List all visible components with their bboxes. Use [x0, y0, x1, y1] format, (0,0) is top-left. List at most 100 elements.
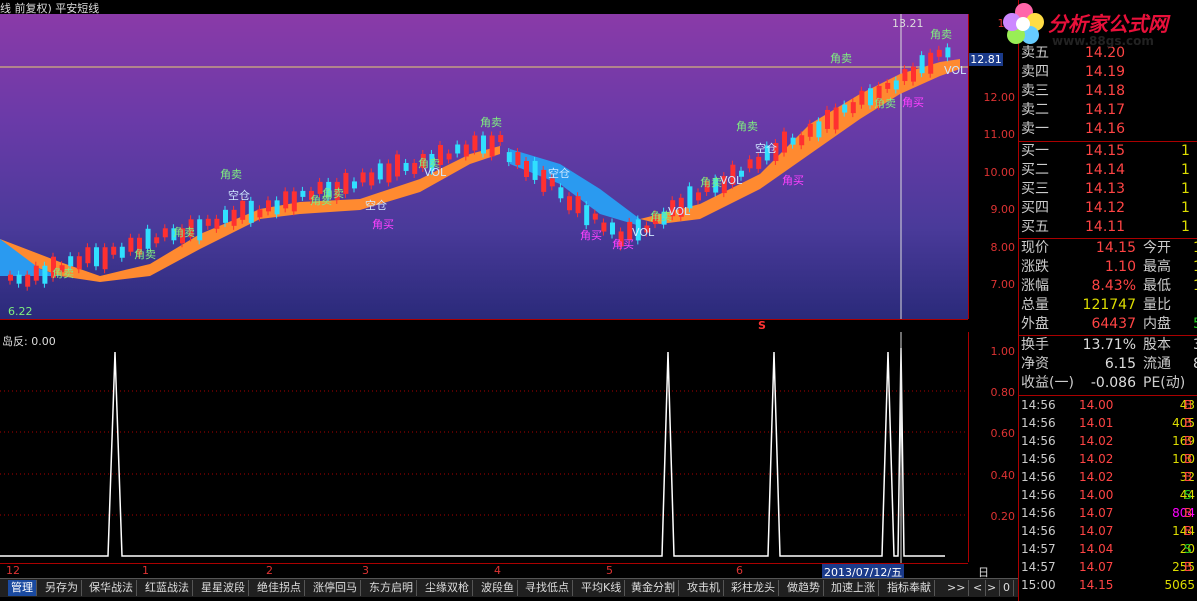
vol-label: VOL — [944, 64, 967, 77]
short-position-label: 空仓 — [548, 167, 570, 180]
tab-formula[interactable]: 星星波段 — [198, 580, 249, 596]
tab-formula[interactable]: 加速上涨 — [828, 580, 879, 596]
quote-label: 最高 — [1143, 259, 1171, 275]
vol-label: VOL — [720, 174, 743, 187]
candle-body — [885, 82, 891, 89]
candle-body — [85, 247, 91, 264]
quote-row: 收益(一) -0.086 PE(动) — [1021, 374, 1197, 393]
tick-time: 14:56 — [1021, 452, 1056, 466]
sell-signal-label: 角卖 — [830, 52, 852, 65]
tick-time: 14:56 — [1021, 506, 1056, 520]
tab-formula[interactable]: 涨停回马 — [310, 580, 361, 596]
price-tick: 9.00 — [990, 203, 1016, 216]
candle-body — [223, 209, 228, 223]
bid-label: 买四 — [1021, 200, 1049, 216]
ask-row[interactable]: 卖三 14.18 — [1021, 82, 1197, 101]
quote-label: 外盘 — [1021, 316, 1049, 332]
quote-value: 3. — [1193, 336, 1197, 355]
bid-volume: 1 — [1181, 200, 1190, 216]
tick-side: B — [1184, 506, 1193, 520]
quote-label: 最低 — [1143, 278, 1171, 294]
indicator-chart[interactable] — [0, 332, 968, 564]
date-label: 6 — [736, 564, 743, 577]
logo-url: www.88gs.com — [1052, 34, 1154, 48]
candle-body — [515, 152, 521, 166]
quote-label: 换手 — [1021, 337, 1049, 353]
candle-body — [782, 131, 787, 153]
ask-row[interactable]: 卖一 14.16 — [1021, 120, 1197, 139]
tab-formula[interactable]: 红蓝战法 — [142, 580, 193, 596]
ask-row[interactable]: 卖二 14.17 — [1021, 101, 1197, 120]
tab-save-as[interactable]: 另存为 — [42, 580, 82, 596]
quote-value: 6.15 — [1104, 356, 1136, 372]
candle-body — [343, 172, 349, 194]
indicator-line — [0, 347, 945, 557]
tick-row: 14:56 14.02 169 B — [1021, 432, 1197, 450]
candle-body — [859, 90, 865, 105]
formula-tab-bar: 管理 另存为 保华战法 红蓝战法 星星波段 绝佳拐点 涨停回马 东方启明 尘缘双… — [0, 578, 1018, 597]
candle-body — [610, 222, 615, 235]
tab-formula[interactable]: 攻击机 — [684, 580, 724, 596]
tab-formula[interactable]: 波段鱼 — [478, 580, 518, 596]
panel-divider — [0, 319, 968, 320]
tab-more-button[interactable]: >> — [944, 580, 970, 596]
candle-body — [446, 153, 452, 160]
candle-body — [567, 196, 572, 211]
bid-row[interactable]: 买一 14.15 1 — [1021, 142, 1197, 161]
bid-row[interactable]: 买四 14.12 1 — [1021, 199, 1197, 218]
tick-time: 14:56 — [1021, 524, 1056, 538]
tab-formula[interactable]: 尘缘双枪 — [422, 580, 473, 596]
quote-label: 总量 — [1021, 297, 1049, 313]
tab-formula[interactable]: 彩柱龙头 — [728, 580, 779, 596]
candle-body — [119, 246, 125, 258]
short-position-label: 空仓 — [755, 142, 777, 155]
tab-formula[interactable]: 绝佳拐点 — [254, 580, 305, 596]
zoom-reset-button[interactable]: 0 — [1000, 580, 1014, 596]
tab-formula[interactable]: 东方启明 — [366, 580, 417, 596]
buy-signal-label: 角买 — [372, 218, 394, 231]
flower-icon — [1003, 3, 1044, 44]
tick-row: 14:57 14.07 255 B — [1021, 558, 1197, 576]
bid-label: 买一 — [1021, 143, 1049, 159]
indicator-tick: 0.80 — [990, 386, 1016, 399]
tab-formula[interactable]: 保华战法 — [86, 580, 137, 596]
high-price-label: 13.21 — [892, 17, 924, 30]
tick-row: 14:57 14.04 20 S — [1021, 540, 1197, 558]
candle-body — [360, 172, 366, 183]
ask-label: 卖二 — [1021, 102, 1049, 118]
vol-label: VOL — [668, 205, 691, 218]
tick-price: 14.02 — [1079, 434, 1114, 448]
bid-label: 买三 — [1021, 181, 1049, 197]
candle-body — [945, 47, 951, 58]
bid-row[interactable]: 买五 14.11 1 — [1021, 218, 1197, 237]
ask-row[interactable]: 卖四 14.19 — [1021, 63, 1197, 82]
candle-body — [532, 160, 538, 180]
tab-manage[interactable]: 管理 — [8, 580, 37, 596]
candle-body — [128, 237, 134, 252]
main-chart-svg[interactable] — [0, 14, 968, 319]
bid-row[interactable]: 买二 14.14 1 — [1021, 161, 1197, 180]
indicator-tick: 0.40 — [990, 469, 1016, 482]
candle-body — [799, 135, 805, 146]
candle-body — [162, 228, 168, 238]
quote-row: 换手 13.71% 股本 3. — [1021, 336, 1197, 355]
sell-signal-label: 角卖 — [220, 168, 242, 181]
tab-formula[interactable]: 黄金分割 — [628, 580, 679, 596]
ask-price: 14.18 — [1085, 83, 1126, 99]
price-tick: 12.00 — [983, 91, 1016, 104]
tab-formula[interactable]: 指标奉献 — [884, 580, 935, 596]
tick-row: 14:56 14.00 43 B — [1021, 396, 1197, 414]
sell-signal-label: 角卖 — [736, 120, 758, 133]
candle-body — [42, 265, 48, 284]
quote-row: 现价 14.15 今开 1 — [1021, 239, 1197, 258]
tick-price: 14.02 — [1079, 452, 1114, 466]
quote-label: 收益(一) — [1021, 375, 1074, 391]
tab-formula[interactable]: 做趋势 — [784, 580, 824, 596]
quote-value: 1 — [1193, 239, 1197, 258]
tab-formula[interactable]: 平均K线 — [578, 580, 626, 596]
tick-price: 14.04 — [1079, 542, 1114, 556]
bid-row[interactable]: 买三 14.13 1 — [1021, 180, 1197, 199]
scroll-right-button[interactable]: > — [984, 580, 1001, 596]
tab-formula[interactable]: 寻找低点 — [522, 580, 573, 596]
candle-body — [472, 135, 478, 151]
